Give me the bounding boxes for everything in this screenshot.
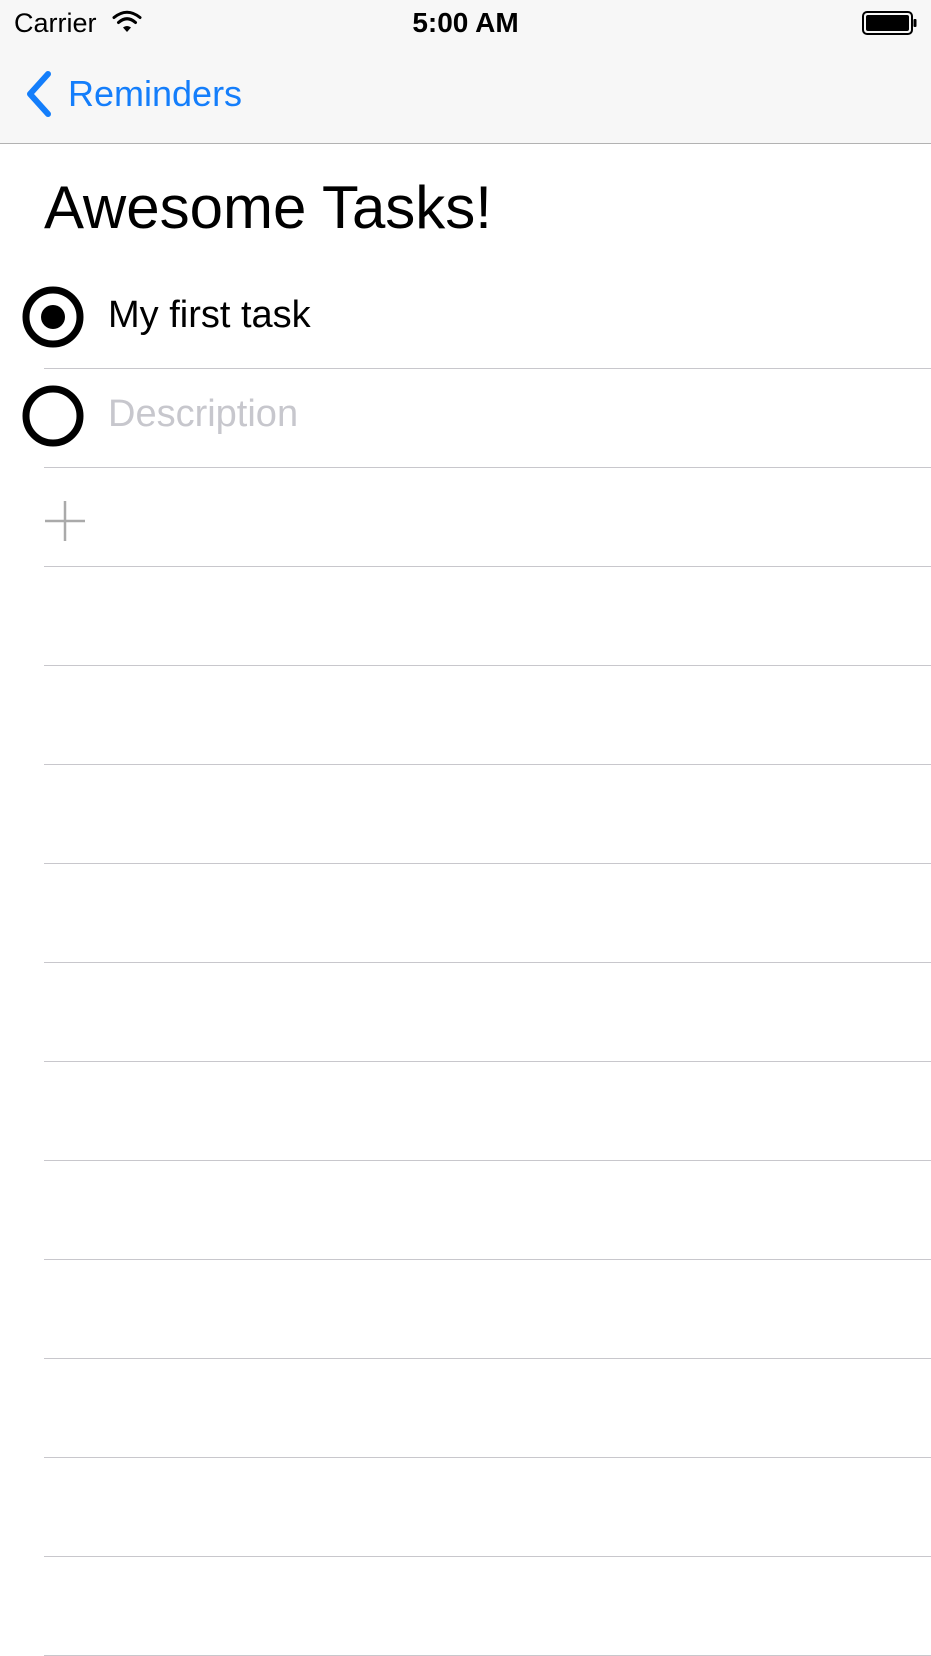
radio-unselected-icon[interactable] — [20, 383, 86, 449]
navigation-bar: Carrier 5:00 AM Reminders — [0, 0, 931, 144]
plus-icon[interactable] — [44, 500, 86, 542]
task-text: My first task — [108, 294, 311, 336]
chevron-left-icon — [27, 71, 51, 117]
empty-row — [0, 1260, 931, 1359]
empty-row — [0, 567, 931, 666]
task-list: My first task — [0, 270, 931, 1656]
radio-selected-icon[interactable] — [20, 284, 86, 350]
empty-row — [0, 1458, 931, 1557]
add-task-row[interactable] — [0, 468, 931, 567]
new-task-row[interactable] — [0, 369, 931, 468]
empty-row — [0, 1557, 931, 1656]
empty-row — [0, 1062, 931, 1161]
back-button[interactable]: Reminders — [24, 68, 242, 120]
empty-row — [0, 864, 931, 963]
task-row[interactable]: My first task — [0, 270, 931, 369]
empty-row — [0, 1161, 931, 1260]
empty-row — [0, 963, 931, 1062]
empty-row — [0, 666, 931, 765]
page-title: Awesome Tasks! — [44, 174, 492, 241]
empty-row — [0, 1359, 931, 1458]
status-time: 5:00 AM — [412, 7, 519, 38]
battery-full-icon — [862, 11, 917, 35]
back-button-label: Reminders — [68, 73, 243, 114]
task-description-input[interactable] — [108, 389, 888, 439]
empty-row — [0, 765, 931, 864]
